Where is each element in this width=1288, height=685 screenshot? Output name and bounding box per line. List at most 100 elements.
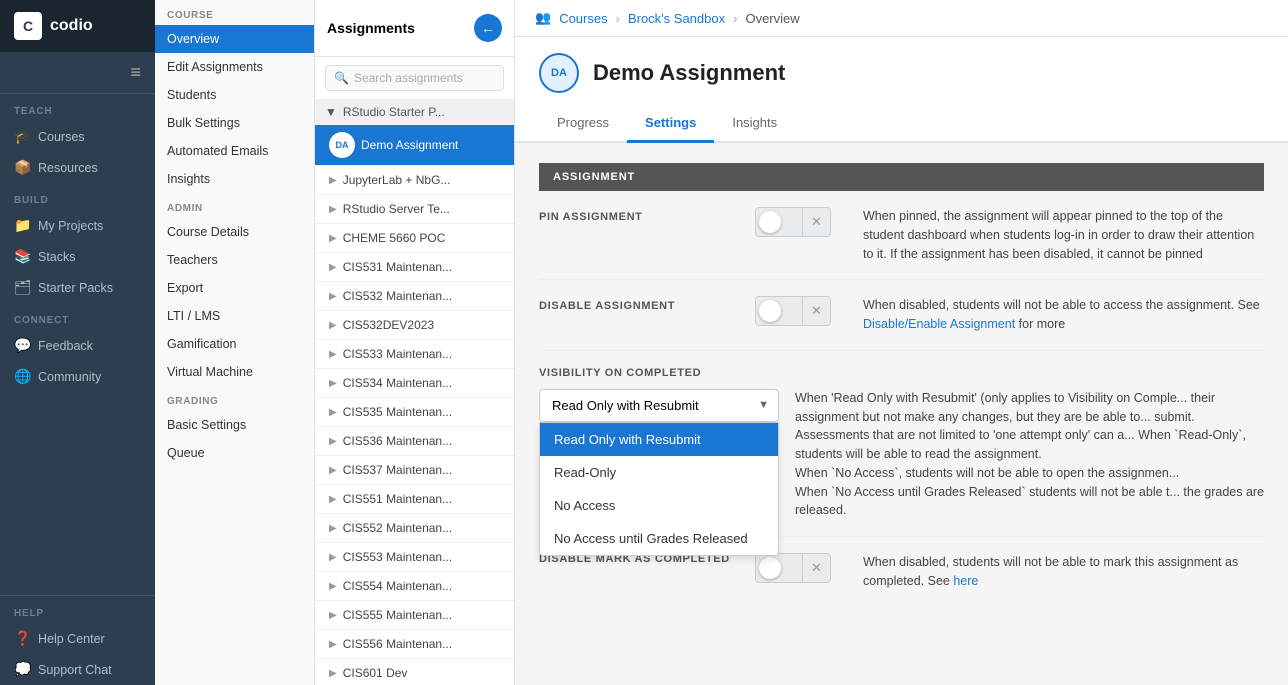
nav-item-overview[interactable]: Overview (155, 25, 314, 53)
stacks-label: Stacks (38, 250, 76, 264)
breadcrumb-courses[interactable]: Courses (559, 11, 607, 26)
sidebar-item-stacks[interactable]: 📚 Stacks (0, 241, 155, 272)
support-chat-icon: 💭 (14, 661, 30, 678)
sidebar-item-help-center[interactable]: ❓ Help Center (0, 623, 155, 654)
disable-mark-link[interactable]: here (953, 574, 978, 588)
visibility-option-read-only[interactable]: Read-Only (540, 456, 778, 489)
assignment-item-cis537[interactable]: ▶ CIS537 Maintenan... (315, 456, 514, 485)
visibility-option-no-access[interactable]: No Access (540, 489, 778, 522)
chevron-icon: ▶ (329, 668, 337, 679)
hamburger-menu[interactable]: ≡ (0, 52, 155, 94)
assignment-item-rstudio[interactable]: ▶ RStudio Server Te... (315, 195, 514, 224)
chevron-icon: ▶ (329, 523, 337, 534)
disable-toggle-knob (759, 300, 781, 322)
nav-item-lti-lms[interactable]: LTI / LMS (155, 302, 314, 330)
assignment-item-cis531[interactable]: ▶ CIS531 Maintenan... (315, 253, 514, 282)
breadcrumb-sandbox[interactable]: Brock's Sandbox (628, 11, 725, 26)
assignment-item-cheme5660[interactable]: ▶ CHEME 5660 POC (315, 224, 514, 253)
assignment-section-header: ASSIGNMENT (539, 163, 1264, 191)
chevron-icon: ▶ (329, 581, 337, 592)
nav-item-course-details[interactable]: Course Details (155, 218, 314, 246)
sidebar-item-resources[interactable]: 📦 Resources (0, 152, 155, 183)
assignment-item-cis554[interactable]: ▶ CIS554 Maintenan... (315, 572, 514, 601)
assignment-item-cis535[interactable]: ▶ CIS535 Maintenan... (315, 398, 514, 427)
nav-item-basic-settings[interactable]: Basic Settings (155, 411, 314, 439)
assignment-item-demo[interactable]: DA Demo Assignment (315, 125, 514, 166)
tab-progress[interactable]: Progress (539, 105, 627, 143)
back-arrow-icon: ← (481, 20, 495, 36)
breadcrumb-sep2: › (733, 11, 737, 26)
assignment-item-cis533[interactable]: ▶ CIS533 Maintenan... (315, 340, 514, 369)
search-box[interactable]: 🔍 Search assignments (325, 65, 504, 91)
chevron-icon: ▶ (329, 436, 337, 447)
content-area: DA Demo Assignment Progress Settings Ins… (515, 37, 1288, 685)
assignment-item-cis552[interactable]: ▶ CIS552 Maintenan... (315, 514, 514, 543)
assignment-item-cis551[interactable]: ▶ CIS551 Maintenan... (315, 485, 514, 514)
disable-mark-toggle-x[interactable]: ✕ (802, 554, 830, 582)
assignment-item-cis555[interactable]: ▶ CIS555 Maintenan... (315, 601, 514, 630)
assignment-item-label: CIS552 Maintenan... (343, 521, 452, 535)
sidebar-item-community[interactable]: 🌐 Community (0, 361, 155, 392)
assignment-item-label: CIS551 Maintenan... (343, 492, 452, 506)
sidebar-connect-section: CONNECT 💬 Feedback 🌐 Community (0, 303, 155, 392)
assignment-item-cis536[interactable]: ▶ CIS536 Maintenan... (315, 427, 514, 456)
nav-item-automated-emails[interactable]: Automated Emails (155, 137, 314, 165)
sidebar-item-starter-packs[interactable]: 🗂 Starter Packs (0, 272, 155, 303)
pin-toggle-x[interactable]: ✕ (802, 208, 830, 236)
tab-insights[interactable]: Insights (714, 105, 795, 143)
breadcrumb-icon: 👥 (535, 10, 551, 26)
assignment-item-label: CIS556 Maintenan... (343, 637, 452, 651)
admin-section-label: ADMIN (155, 193, 314, 218)
assignment-item-label: RStudio Server Te... (343, 202, 450, 216)
nav-item-queue[interactable]: Queue (155, 439, 314, 467)
assignment-item-cis532[interactable]: ▶ CIS532 Maintenan... (315, 282, 514, 311)
pin-toggle[interactable]: ✕ (755, 207, 831, 237)
visibility-option-no-access-grades[interactable]: No Access until Grades Released (540, 522, 778, 555)
nav-item-virtual-machine[interactable]: Virtual Machine (155, 358, 314, 386)
sidebar-item-feedback[interactable]: 💬 Feedback (0, 330, 155, 361)
breadcrumb-overview: Overview (745, 11, 799, 26)
settings-content: ASSIGNMENT PIN ASSIGNMENT ✕ When pinned,… (515, 143, 1288, 627)
disable-toggle-control: ✕ (755, 296, 831, 326)
sidebar-item-courses[interactable]: 🎓 Courses (0, 121, 155, 152)
assignment-item-cis556[interactable]: ▶ CIS556 Maintenan... (315, 630, 514, 659)
nav-item-export[interactable]: Export (155, 274, 314, 302)
chevron-icon: ▶ (329, 494, 337, 505)
pin-assignment-desc: When pinned, the assignment will appear … (863, 207, 1264, 263)
visibility-dropdown[interactable]: Read Only with Resubmit (539, 389, 779, 422)
course-nav: COURSE Overview Edit Assignments Student… (155, 0, 315, 685)
group-name: RStudio Starter P... (343, 105, 445, 119)
disable-toggle-x[interactable]: ✕ (802, 297, 830, 325)
sidebar-item-support-chat[interactable]: 💭 Support Chat (0, 654, 155, 685)
logo-text: codio (50, 17, 93, 35)
tab-settings[interactable]: Settings (627, 105, 714, 143)
assignment-item-cis601[interactable]: ▶ CIS601 Dev (315, 659, 514, 685)
disable-toggle[interactable]: ✕ (755, 296, 831, 326)
nav-item-bulk-settings[interactable]: Bulk Settings (155, 109, 314, 137)
assignment-item-cis532dev[interactable]: ▶ CIS532DEV2023 (315, 311, 514, 340)
assignment-item-label: CIS534 Maintenan... (343, 376, 452, 390)
nav-item-gamification[interactable]: Gamification (155, 330, 314, 358)
assignment-item-label: CIS554 Maintenan... (343, 579, 452, 593)
pin-assignment-label: PIN ASSIGNMENT (539, 207, 739, 223)
nav-item-insights[interactable]: Insights (155, 165, 314, 193)
hamburger-icon[interactable]: ≡ (130, 62, 141, 83)
sidebar-item-my-projects[interactable]: 📁 My Projects (0, 210, 155, 241)
assignment-item-cis553[interactable]: ▶ CIS553 Maintenan... (315, 543, 514, 572)
pin-toggle-track[interactable] (756, 208, 802, 236)
disable-mark-toggle[interactable]: ✕ (755, 553, 831, 583)
add-assignment-button[interactable]: ← (474, 14, 502, 42)
nav-item-edit-assignments[interactable]: Edit Assignments (155, 53, 314, 81)
assignment-item-jupyter[interactable]: ▶ JupyterLab + NbG... (315, 166, 514, 195)
disable-link[interactable]: Disable/Enable Assignment (863, 317, 1015, 331)
nav-item-teachers[interactable]: Teachers (155, 246, 314, 274)
assignment-item-label: CIS555 Maintenan... (343, 608, 452, 622)
disable-mark-toggle-track[interactable] (756, 554, 802, 582)
assignment-item-label: CIS532 Maintenan... (343, 289, 452, 303)
disable-toggle-track[interactable] (756, 297, 802, 325)
assignment-item-cis534[interactable]: ▶ CIS534 Maintenan... (315, 369, 514, 398)
visibility-option-read-only-resubmit[interactable]: Read Only with Resubmit (540, 423, 778, 456)
disable-mark-toggle-knob (759, 557, 781, 579)
nav-item-students[interactable]: Students (155, 81, 314, 109)
breadcrumb-sep1: › (616, 11, 620, 26)
